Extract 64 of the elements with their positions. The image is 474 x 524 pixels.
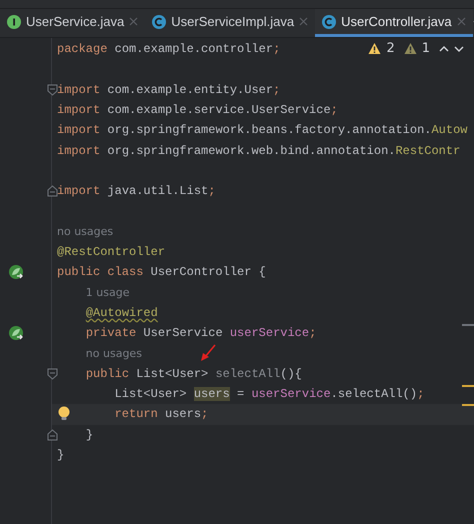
usage-hint[interactable]: no usages — [57, 225, 114, 238]
code-token: userService — [251, 387, 331, 402]
code-token: org.springframework.beans.factory.annotation. — [106, 123, 432, 138]
code-token: public class — [57, 265, 144, 280]
usage-hint[interactable]: no usages — [86, 347, 142, 360]
bean-icon[interactable] — [8, 264, 24, 280]
code-token: ; — [330, 103, 338, 118]
warning-count[interactable]: 2 — [386, 41, 395, 56]
code-token: UserService — [142, 326, 224, 340]
usage-hint[interactable]: 1 usage — [86, 286, 130, 300]
scrollbar-mark — [462, 324, 474, 326]
weak-warning-count[interactable]: 1 — [422, 41, 430, 56]
code-token: } — [57, 448, 64, 462]
code-token: com.example.service.UserService — [106, 103, 331, 118]
code-token: package — [57, 42, 108, 56]
code-token: ; — [273, 82, 280, 97]
code-token: @Autowired — [86, 306, 158, 320]
code-token: userService — [230, 326, 310, 340]
code-token: return — [114, 407, 158, 422]
code-token: UserController { — [150, 265, 266, 280]
editor-tab[interactable]: UserController.java — [315, 9, 473, 37]
scrollbar-mark — [462, 385, 474, 387]
scrollbar-mark — [462, 404, 474, 406]
code-token: selectAll — [215, 366, 280, 381]
code-token: ; — [201, 407, 208, 422]
code-token: org.springframework.web.bind.annotation. — [106, 144, 396, 158]
warning-icon[interactable] — [368, 42, 382, 55]
code-token: = — [236, 387, 246, 402]
code-token: RestContr — [395, 144, 460, 158]
chevron-down-icon[interactable] — [454, 44, 464, 52]
code-token: import — [57, 184, 100, 198]
code-token: users — [194, 387, 230, 402]
code-token: List<User> — [114, 387, 188, 402]
editor-tab[interactable]: UserService.java — [0, 9, 146, 37]
fold-icon[interactable] — [47, 185, 58, 198]
fold-icon[interactable] — [47, 428, 58, 441]
lightbulb-icon[interactable] — [58, 406, 70, 422]
code-token: import — [57, 144, 100, 158]
code-token: com.example.entity.User — [106, 82, 274, 97]
code-token: List<User> — [135, 366, 210, 381]
code-token: import — [57, 123, 100, 138]
code-token: users — [164, 407, 202, 422]
code-token: (){ — [280, 366, 302, 381]
bean-icon[interactable] — [8, 325, 24, 342]
code-token: com.example.controller — [114, 42, 274, 56]
fold-icon[interactable] — [47, 84, 58, 96]
code-token: Autow — [431, 123, 468, 138]
code-token: import — [57, 82, 100, 97]
code-token: ; — [208, 184, 216, 198]
chevron-up-icon[interactable] — [439, 44, 449, 52]
code-token: ; — [309, 326, 316, 340]
code-token: ; — [273, 42, 280, 56]
code-token: } — [86, 428, 94, 442]
code-token: .selectAll() — [330, 387, 418, 402]
fold-icon[interactable] — [47, 368, 58, 380]
code-token: public — [86, 366, 130, 381]
code-token: @RestController — [57, 245, 166, 260]
code-token: ; — [417, 387, 424, 402]
code-token: import — [57, 103, 100, 118]
code-token: java.util.List — [106, 184, 208, 198]
arrow-annotation — [201, 344, 216, 361]
editor-tab[interactable]: UserServiceImpl.java — [145, 9, 316, 37]
weak-warning-icon[interactable] — [404, 42, 417, 55]
code-token: private — [86, 326, 136, 340]
